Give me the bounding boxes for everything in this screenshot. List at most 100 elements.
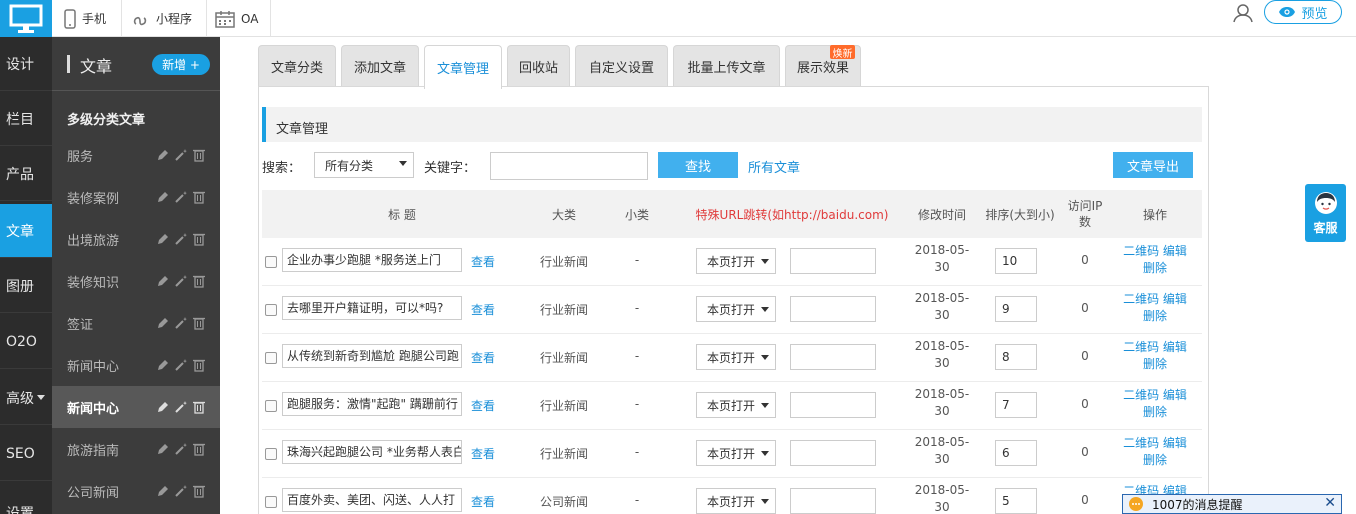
url-field[interactable] bbox=[790, 296, 876, 322]
find-button[interactable]: 查找 bbox=[658, 152, 738, 178]
magic-wand-icon[interactable] bbox=[174, 316, 188, 330]
nav-item-columns[interactable]: 栏目 bbox=[0, 92, 52, 146]
tab-batch-upload[interactable]: 批量上传文章 bbox=[673, 45, 780, 87]
view-link[interactable]: 查看 bbox=[471, 397, 495, 414]
pencil-icon[interactable] bbox=[156, 400, 170, 414]
tab-article-management[interactable]: 文章管理 bbox=[424, 45, 502, 89]
article-title-field[interactable]: 从传统到新奇到尴尬 跑腿公司跑 bbox=[282, 344, 462, 368]
sort-order-field[interactable]: 9 bbox=[995, 296, 1037, 322]
magic-wand-icon[interactable] bbox=[174, 148, 188, 162]
delete-link[interactable]: 删除 bbox=[1120, 260, 1190, 277]
view-link[interactable]: 查看 bbox=[471, 253, 495, 270]
trash-icon[interactable] bbox=[192, 274, 206, 288]
keyword-input[interactable] bbox=[490, 152, 648, 180]
magic-wand-icon[interactable] bbox=[174, 274, 188, 288]
pencil-icon[interactable] bbox=[156, 358, 170, 372]
pencil-icon[interactable] bbox=[156, 316, 170, 330]
qrcode-link[interactable]: 二维码 bbox=[1123, 292, 1159, 306]
subnav-item[interactable]: 装修案例 bbox=[52, 176, 220, 218]
article-title-field[interactable]: 珠海兴起跑腿公司 *业务帮人表白 bbox=[282, 440, 462, 464]
subnav-item[interactable]: 出境旅游 bbox=[52, 218, 220, 260]
customer-service-button[interactable]: 客服 bbox=[1305, 184, 1346, 242]
edit-link[interactable]: 编辑 bbox=[1163, 244, 1187, 258]
row-checkbox[interactable] bbox=[265, 496, 277, 508]
category-select[interactable]: 所有分类 bbox=[314, 152, 414, 178]
tab-add-article[interactable]: 添加文章 bbox=[341, 45, 419, 87]
all-articles-link[interactable]: 所有文章 bbox=[748, 157, 800, 176]
sort-order-field[interactable]: 8 bbox=[995, 344, 1037, 370]
subnav-item[interactable]: 新闻中心 bbox=[52, 344, 220, 386]
article-title-field[interactable]: 跑腿服务：激情"起跑" 蹒跚前行 bbox=[282, 392, 462, 416]
trash-icon[interactable] bbox=[192, 190, 206, 204]
nav-item-design[interactable]: 设计 bbox=[0, 37, 52, 91]
delete-link[interactable]: 删除 bbox=[1120, 452, 1190, 469]
subnav-item[interactable]: 装修知识 bbox=[52, 260, 220, 302]
subnav-item-active[interactable]: 新闻中心 bbox=[52, 386, 220, 428]
nav-item-advanced[interactable]: 高级 bbox=[0, 371, 52, 425]
article-title-field[interactable]: 百度外卖、美团、闪送、人人打 bbox=[282, 488, 462, 512]
tab-custom-settings[interactable]: 自定义设置 bbox=[575, 45, 668, 87]
nav-item-albums[interactable]: 图册 bbox=[0, 259, 52, 313]
tab-article-categories[interactable]: 文章分类 bbox=[258, 45, 336, 87]
add-article-button[interactable]: 新增 + bbox=[152, 54, 210, 75]
view-link[interactable]: 查看 bbox=[471, 349, 495, 366]
url-field[interactable] bbox=[790, 440, 876, 466]
row-checkbox[interactable] bbox=[265, 256, 277, 268]
view-link[interactable]: 查看 bbox=[471, 493, 495, 510]
qrcode-link[interactable]: 二维码 bbox=[1123, 436, 1159, 450]
article-title-field[interactable]: 企业办事少跑腿 *服务送上门 bbox=[282, 248, 462, 272]
pencil-icon[interactable] bbox=[156, 232, 170, 246]
subnav-item[interactable]: 公司新闻 bbox=[52, 470, 220, 512]
qrcode-link[interactable]: 二维码 bbox=[1123, 340, 1159, 354]
tab-oa[interactable]: OA bbox=[207, 0, 271, 37]
edit-link[interactable]: 编辑 bbox=[1163, 340, 1187, 354]
url-field[interactable] bbox=[790, 344, 876, 370]
pencil-icon[interactable] bbox=[156, 274, 170, 288]
open-mode-select[interactable]: 本页打开 bbox=[696, 296, 776, 322]
site-logo[interactable] bbox=[0, 0, 52, 37]
magic-wand-icon[interactable] bbox=[174, 400, 188, 414]
delete-link[interactable]: 删除 bbox=[1120, 308, 1190, 325]
subnav-item[interactable]: 服务 bbox=[52, 134, 220, 176]
sort-order-field[interactable]: 5 bbox=[995, 488, 1037, 514]
open-mode-select[interactable]: 本页打开 bbox=[696, 344, 776, 370]
pencil-icon[interactable] bbox=[156, 190, 170, 204]
close-icon[interactable]: ✕ bbox=[1324, 495, 1336, 511]
view-link[interactable]: 查看 bbox=[471, 301, 495, 318]
magic-wand-icon[interactable] bbox=[174, 232, 188, 246]
qrcode-link[interactable]: 二维码 bbox=[1123, 244, 1159, 258]
delete-link[interactable]: 删除 bbox=[1120, 356, 1190, 373]
message-notification[interactable]: 1007的消息提醒 ✕ bbox=[1122, 494, 1342, 514]
pencil-icon[interactable] bbox=[156, 148, 170, 162]
row-checkbox[interactable] bbox=[265, 448, 277, 460]
trash-icon[interactable] bbox=[192, 232, 206, 246]
pencil-icon[interactable] bbox=[156, 442, 170, 456]
sort-order-field[interactable]: 7 bbox=[995, 392, 1037, 418]
magic-wand-icon[interactable] bbox=[174, 190, 188, 204]
url-field[interactable] bbox=[790, 392, 876, 418]
open-mode-select[interactable]: 本页打开 bbox=[696, 248, 776, 274]
tab-mobile[interactable]: 手机 bbox=[52, 0, 122, 37]
pencil-icon[interactable] bbox=[156, 484, 170, 498]
trash-icon[interactable] bbox=[192, 484, 206, 498]
open-mode-select[interactable]: 本页打开 bbox=[696, 440, 776, 466]
edit-link[interactable]: 编辑 bbox=[1163, 292, 1187, 306]
magic-wand-icon[interactable] bbox=[174, 358, 188, 372]
row-checkbox[interactable] bbox=[265, 304, 277, 316]
nav-item-seo[interactable]: SEO bbox=[0, 427, 52, 481]
subnav-item[interactable]: 旅游指南 bbox=[52, 428, 220, 470]
trash-icon[interactable] bbox=[192, 442, 206, 456]
sort-order-field[interactable]: 6 bbox=[995, 440, 1037, 466]
open-mode-select[interactable]: 本页打开 bbox=[696, 488, 776, 514]
tab-miniprogram[interactable]: 小程序 bbox=[122, 0, 207, 37]
trash-icon[interactable] bbox=[192, 148, 206, 162]
magic-wand-icon[interactable] bbox=[174, 442, 188, 456]
trash-icon[interactable] bbox=[192, 358, 206, 372]
trash-icon[interactable] bbox=[192, 400, 206, 414]
article-title-field[interactable]: 去哪里开户籍证明，可以*吗? bbox=[282, 296, 462, 320]
open-mode-select[interactable]: 本页打开 bbox=[696, 392, 776, 418]
url-field[interactable] bbox=[790, 488, 876, 514]
nav-item-o2o[interactable]: O2O bbox=[0, 315, 52, 369]
edit-link[interactable]: 编辑 bbox=[1163, 436, 1187, 450]
url-field[interactable] bbox=[790, 248, 876, 274]
